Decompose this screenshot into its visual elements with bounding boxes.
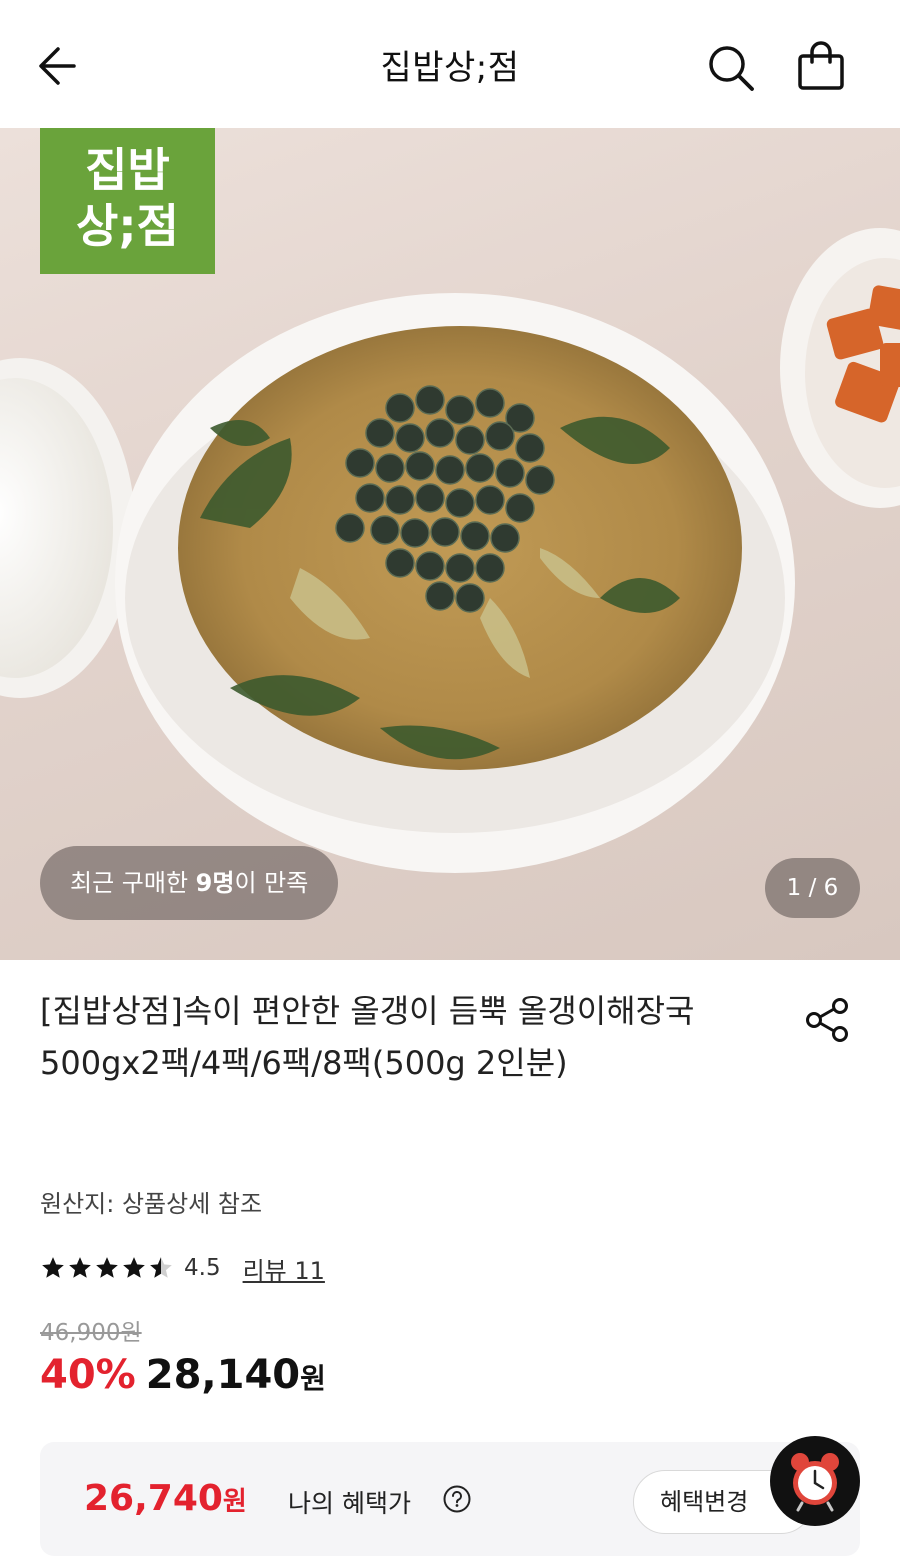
sale-price-unit: 원 <box>300 1362 326 1395</box>
review-link[interactable]: 리뷰 11 <box>243 1251 325 1286</box>
satisfaction-suffix: 이 만족 <box>234 869 309 897</box>
benefit-label: 나의 혜택가 <box>288 1489 411 1518</box>
star-full-icon <box>123 1257 145 1278</box>
benefit-price: 26,740원 <box>84 1478 247 1519</box>
shopping-bag-icon <box>798 41 844 90</box>
store-title: 집밥상;점 <box>380 48 520 88</box>
cart-button[interactable] <box>790 36 852 98</box>
satisfaction-badge: 최근 구매한 9명이 만족 <box>40 846 339 920</box>
brand-logo-line1: 집밥 <box>85 143 170 197</box>
star-full-icon <box>42 1257 64 1278</box>
benefit-price-box: 26,740원 나의 혜택가 혜택변경 <box>40 1442 860 1556</box>
alarm-clock-icon <box>791 1453 839 1512</box>
discount-rate: 40% <box>40 1352 136 1398</box>
search-button[interactable] <box>700 38 760 98</box>
star-half-icon <box>150 1257 172 1278</box>
original-price: 46,900원 <box>40 1320 142 1346</box>
rating-value: 4.5 <box>184 1255 221 1281</box>
benefit-help-button[interactable] <box>442 1484 472 1514</box>
question-circle-icon <box>443 1485 471 1513</box>
share-icon <box>806 998 848 1042</box>
alarm-fab-button[interactable] <box>770 1436 860 1526</box>
share-button[interactable] <box>800 992 856 1048</box>
origin-info: 원산지: 상품상세 참조 <box>40 1190 263 1218</box>
benefit-price-unit: 원 <box>222 1487 247 1517</box>
search-icon <box>709 46 754 91</box>
benefit-price-value: 26,740 <box>84 1478 223 1519</box>
sale-price: 28,140 <box>145 1352 301 1398</box>
price-row: 40% 28,140 원 <box>40 1352 326 1398</box>
satisfaction-prefix: 최근 구매한 <box>70 869 196 897</box>
rating-row: 4.5 리뷰 11 <box>40 1250 325 1286</box>
star-full-icon <box>69 1257 91 1278</box>
star-full-icon <box>96 1257 118 1278</box>
brand-logo-line2: 상;점 <box>75 199 180 253</box>
app-header: 집밥상;점 <box>0 0 900 128</box>
brand-logo: 집밥 상;점 <box>40 128 215 274</box>
satisfaction-count: 9명 <box>195 869 235 897</box>
image-page-indicator: 1 / 6 <box>765 858 860 918</box>
rating-stars <box>40 1255 174 1281</box>
product-title: [집밥상점]속이 편안한 올갱이 듬뿍 올갱이해장국 500gx2팩/4팩/6팩… <box>40 992 695 1082</box>
product-image-carousel[interactable]: 집밥 상;점 최근 구매한 9명이 만족 1 / 6 <box>0 128 900 960</box>
